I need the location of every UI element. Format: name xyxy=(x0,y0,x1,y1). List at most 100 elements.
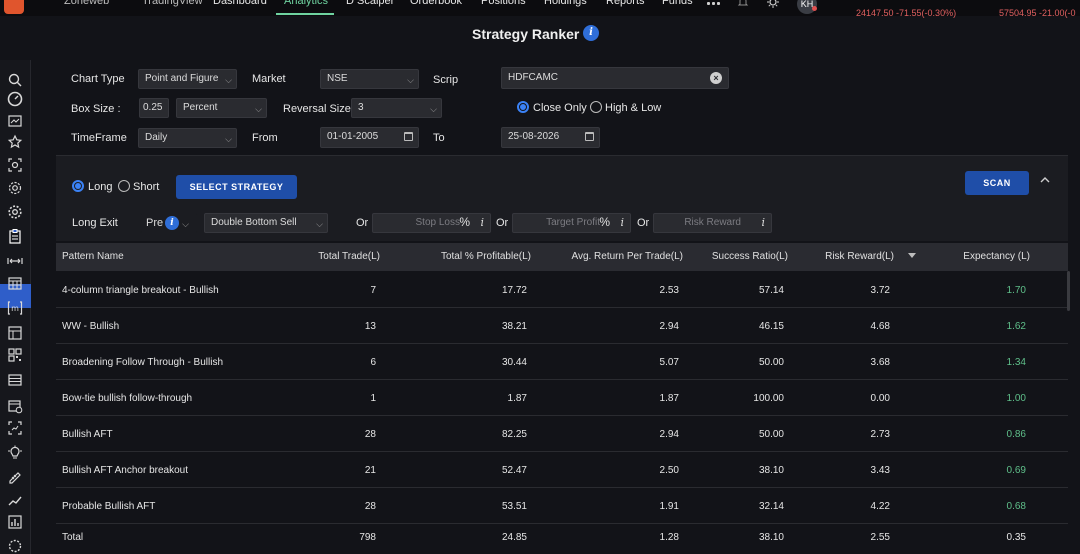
chart-card-icon[interactable] xyxy=(7,113,23,129)
scan-target-icon[interactable] xyxy=(7,157,23,173)
or-label-2: Or xyxy=(496,217,509,229)
value-cell: 4.22 xyxy=(870,501,890,512)
nav-item-zoneweb[interactable]: Zoneweb xyxy=(64,0,109,7)
trend-line-icon[interactable] xyxy=(7,492,23,508)
close-only-radio[interactable] xyxy=(517,101,529,113)
table-row[interactable]: Bow-tie bullish follow-through 1 1.87 1.87 1… xyxy=(56,380,1068,416)
to-date-input[interactable]: 25-08-2026 xyxy=(501,127,600,148)
nav-item-reports[interactable]: Reports xyxy=(606,0,645,7)
col-success-ratio[interactable]: Success Ratio(L) xyxy=(712,251,788,262)
pre-info-icon[interactable]: i xyxy=(165,216,179,230)
reversal-size-label: Reversal Size : xyxy=(283,103,357,115)
timeframe-select[interactable]: Daily ⌵ xyxy=(138,128,237,148)
risk-reward-input[interactable]: Risk Reward i xyxy=(653,213,772,233)
bell-icon[interactable] xyxy=(737,0,749,8)
range-arrows-icon[interactable] xyxy=(7,253,23,269)
from-date-input[interactable]: 01-01-2005 xyxy=(320,127,419,148)
pattern-name-cell: Bow-tie bullish follow-through xyxy=(62,393,193,404)
chevron-up-icon[interactable] xyxy=(1039,175,1051,185)
settings-gear-icon[interactable] xyxy=(7,180,23,196)
table-scrollbar[interactable] xyxy=(1067,271,1070,311)
long-radio[interactable] xyxy=(72,180,84,192)
high-low-label: High & Low xyxy=(605,102,662,114)
nav-item-tradingview[interactable]: TradingView xyxy=(142,0,203,7)
col-avg-return[interactable]: Avg. Return Per Trade(L) xyxy=(571,251,683,262)
sun-icon[interactable] xyxy=(766,0,780,9)
value-cell: 2.94 xyxy=(659,429,679,440)
exit-strategy-select[interactable]: Double Bottom Sell ⌵ xyxy=(204,213,328,233)
gauge-icon[interactable] xyxy=(7,91,23,107)
box-size-label: Box Size : xyxy=(71,103,121,115)
col-pattern-name[interactable]: Pattern Name xyxy=(62,251,124,262)
table-row[interactable]: Broadening Follow Through - Bullish 6 30.4… xyxy=(56,344,1068,380)
col-total-trade[interactable]: Total Trade(L) xyxy=(318,251,380,262)
col-risk-reward[interactable]: Risk Reward(L) xyxy=(825,251,894,262)
select-strategy-button[interactable]: SELECT STRATEGY xyxy=(176,175,297,199)
nav-item-holdings[interactable]: Holdings xyxy=(544,0,587,7)
table-row[interactable]: 4-column triangle breakout - Bullish 7 17.… xyxy=(56,272,1068,308)
nav-item-d-scalper[interactable]: D Scalper xyxy=(346,0,394,7)
box-unit-select[interactable]: Percent ⌵ xyxy=(176,98,267,118)
nav-item-orderbook[interactable]: Orderbook xyxy=(410,0,462,7)
table-row[interactable]: Bullish AFT Anchor breakout 21 52.47 2.50 38… xyxy=(56,452,1068,488)
table-row[interactable]: WW - Bullish 13 38.21 2.94 46.15 4.68 1.62 xyxy=(56,308,1068,344)
target-profit-info-icon[interactable]: i xyxy=(620,214,624,232)
clipboard-list-icon[interactable] xyxy=(7,228,23,244)
chart-type-value: Point and Figure xyxy=(145,73,219,84)
focus-chart-icon[interactable] xyxy=(7,420,23,436)
m-bracket-icon[interactable]: m xyxy=(7,300,23,316)
scrip-value: HDFCAMC xyxy=(508,72,558,83)
calendar-clock-icon[interactable] xyxy=(7,398,23,414)
layout-panel-icon[interactable] xyxy=(7,325,23,341)
app-logo[interactable] xyxy=(4,0,24,14)
calendar-grid-icon[interactable] xyxy=(7,275,23,291)
risk-reward-info-icon[interactable]: i xyxy=(761,214,765,232)
box-size-input[interactable]: 0.25 xyxy=(139,98,169,118)
reversal-size-select[interactable]: 3 ⌵ xyxy=(351,98,442,118)
nav-item-funds[interactable]: Funds xyxy=(662,0,693,7)
market-select[interactable]: NSE ⌵ xyxy=(320,69,419,89)
cog-badge-icon[interactable] xyxy=(7,538,23,554)
scrip-input[interactable]: HDFCAMC × xyxy=(501,67,729,89)
scan-button[interactable]: SCAN xyxy=(965,171,1029,195)
to-label: To xyxy=(433,132,445,144)
bar-chart-icon[interactable] xyxy=(7,514,23,530)
nav-item-analytics[interactable]: Analytics xyxy=(284,0,328,7)
value-cell: 1.62 xyxy=(1006,321,1026,332)
title-info-icon[interactable]: i xyxy=(583,25,599,41)
value-cell: 3.43 xyxy=(870,465,890,476)
box-size-value: 0.25 xyxy=(143,102,163,113)
calendar-icon[interactable] xyxy=(585,132,594,141)
table-row[interactable]: Probable Bullish AFT 28 53.51 1.91 32.14 4.22… xyxy=(56,488,1068,524)
target-profit-input[interactable]: Target Profit % i xyxy=(512,213,631,233)
search-icon[interactable] xyxy=(7,72,23,88)
value-cell: 3.68 xyxy=(870,357,890,368)
brush-pen-icon[interactable] xyxy=(7,468,23,484)
table-row[interactable]: Bullish AFT 28 82.25 2.94 50.00 2.73 0.86 xyxy=(56,416,1068,452)
page-title: Strategy Ranker xyxy=(472,26,580,42)
calendar-icon[interactable] xyxy=(404,132,413,141)
bulb-icon[interactable] xyxy=(7,445,23,461)
clear-icon[interactable]: × xyxy=(710,72,722,84)
qr-scan-icon[interactable] xyxy=(7,347,23,363)
nav-item-positions[interactable]: Positions xyxy=(481,0,526,7)
value-cell: 7 xyxy=(370,285,376,296)
sort-desc-icon[interactable] xyxy=(908,253,916,258)
high-low-radio[interactable] xyxy=(590,101,602,113)
stop-loss-input[interactable]: Stop Loss % i xyxy=(372,213,491,233)
chart-type-select[interactable]: Point and Figure ⌵ xyxy=(138,69,237,89)
gear-icon[interactable] xyxy=(7,204,23,220)
value-cell: 28 xyxy=(364,429,376,440)
apps-grid-icon[interactable] xyxy=(707,0,721,7)
col-expectancy[interactable]: Expectancy (L) xyxy=(963,251,1030,262)
col-total-profitable[interactable]: Total % Profitable(L) xyxy=(441,251,531,262)
star-icon[interactable] xyxy=(7,134,23,150)
value-cell: 1.28 xyxy=(659,532,679,543)
short-radio[interactable] xyxy=(118,180,130,192)
stop-loss-info-icon[interactable]: i xyxy=(480,214,484,232)
pre-select[interactable]: Pre i ⌵ xyxy=(140,213,198,233)
ticket-list-icon[interactable] xyxy=(7,372,23,388)
value-cell: 4.68 xyxy=(870,321,890,332)
value-cell: 50.00 xyxy=(758,357,784,368)
nav-item-dashboard[interactable]: Dashboard xyxy=(213,0,267,7)
